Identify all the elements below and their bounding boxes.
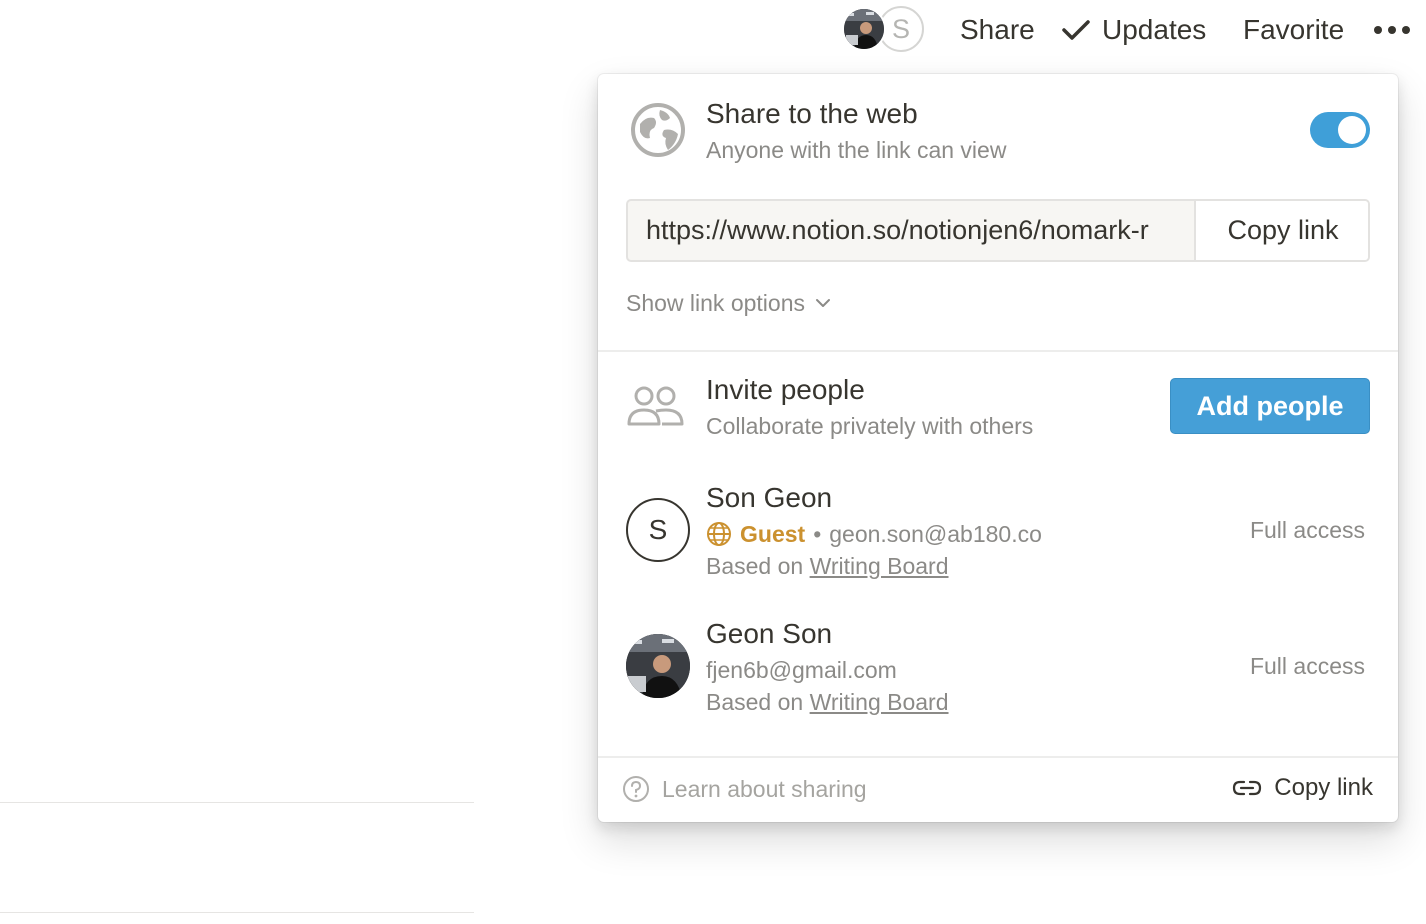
share-web-toggle[interactable] [1310,112,1370,148]
favorite-button[interactable]: Favorite [1243,13,1344,47]
member-name: Geon Son [706,618,833,649]
page-divider-bottom [0,912,474,913]
add-people-button[interactable]: Add people [1170,378,1370,434]
avatar-initial-letter: S [891,13,910,44]
guest-badge: Guest [740,521,806,547]
member-avatar-initial: S [648,514,668,545]
member-avatar: S [626,498,690,562]
link-icon [1233,780,1262,796]
link-url-input[interactable]: https://www.notion.so/notionjen6/nomark-… [646,201,1194,260]
question-icon [623,776,649,802]
section-divider [598,350,1398,352]
member-email: geon.son@ab180.co [829,521,1042,547]
page-divider-top [0,802,474,803]
invite-title: Invite people [706,374,865,405]
member-photo-image [626,634,690,698]
toggle-knob [1338,116,1366,144]
member-based-on: Based on Writing Board [706,551,949,581]
show-link-options-label: Show link options [626,290,805,316]
more-icon[interactable] [1374,12,1410,48]
learn-about-sharing-link[interactable]: Learn about sharing [622,774,867,804]
member-based-on: Based on Writing Board [706,687,949,717]
people-icon [627,386,684,426]
member-access-dropdown[interactable]: Full access [1250,651,1365,681]
show-link-options[interactable]: Show link options [626,288,831,318]
member-name: Son Geon [706,482,833,513]
updates-label: Updates [1102,14,1207,45]
based-on-prefix: Based on [706,553,804,579]
share-popup: Share to the web Anyone with the link ca… [598,74,1398,822]
based-on-prefix: Based on [706,689,804,715]
member-avatar [626,634,690,698]
checkmark-icon [1062,20,1090,40]
user-photo-image [844,9,884,49]
footer-copy-link-button[interactable]: Copy link [1232,772,1373,804]
invite-subtitle: Collaborate privately with others [706,413,1034,439]
topbar: S Share Updates Favorite [0,0,1426,60]
member-access-dropdown[interactable]: Full access [1250,515,1365,545]
share-web-title: Share to the web [706,98,918,129]
member-email: fjen6b@gmail.com [706,657,897,683]
link-field: https://www.notion.so/notionjen6/nomark-… [626,199,1370,262]
meta-separator: • [813,521,822,547]
popup-footer: Learn about sharing Copy link [598,758,1398,822]
chevron-down-icon [816,299,830,307]
globe-icon [707,522,731,546]
footer-copy-link-label: Copy link [1274,774,1373,801]
copy-link-button[interactable]: Copy link [1194,201,1368,260]
based-on-link[interactable]: Writing Board [810,689,949,715]
globe-icon [631,103,685,157]
share-web-subtitle: Anyone with the link can view [706,137,1007,163]
updates-button[interactable]: Updates [1062,13,1206,47]
share-button[interactable]: Share [960,13,1035,47]
user-avatar-photo[interactable] [842,7,886,51]
member-meta: Guest • geon.son@ab180.co [706,519,1042,549]
learn-about-sharing-label: Learn about sharing [662,776,867,802]
based-on-link[interactable]: Writing Board [810,553,949,579]
